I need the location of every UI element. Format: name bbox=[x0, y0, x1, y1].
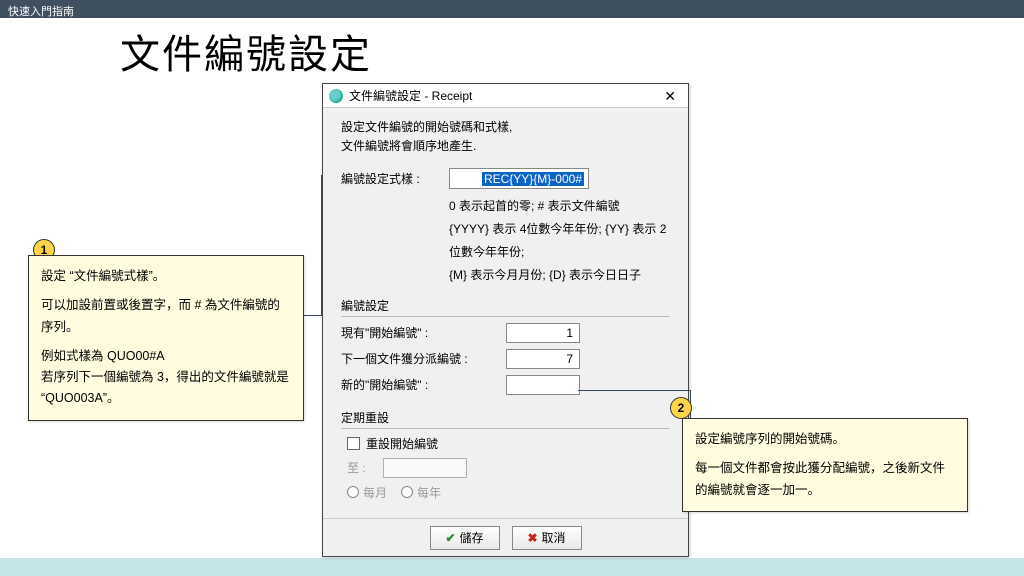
hint-line: {M} 表示今月月份; {D} 表示今日日子 bbox=[449, 264, 670, 287]
app-icon bbox=[329, 89, 343, 103]
divider bbox=[341, 428, 670, 429]
next-assign-value: 7 bbox=[506, 349, 580, 369]
desc-line: 設定文件編號的開始號碼和式樣, bbox=[341, 118, 670, 137]
pattern-label: 編號設定式樣 : bbox=[341, 170, 449, 187]
dialog-title: 文件編號設定 - Receipt bbox=[349, 87, 472, 104]
callout-badge-2: 2 bbox=[670, 397, 692, 419]
period-yearly-label: 每年 bbox=[417, 484, 441, 501]
cross-icon: ✖ bbox=[527, 531, 537, 545]
pattern-hints: 0 表示起首的零; # 表示文件編號 {YYYY} 表示 4位數今年年份; {Y… bbox=[449, 195, 670, 286]
reset-checkbox[interactable] bbox=[347, 437, 360, 450]
cancel-button[interactable]: ✖ 取消 bbox=[512, 526, 582, 550]
pattern-input[interactable]: REC{YY}{M}-000# bbox=[449, 168, 589, 189]
hint-line: 0 表示起首的零; # 表示文件編號 bbox=[449, 195, 670, 218]
guide-label: 快速入門指南 bbox=[8, 6, 74, 18]
callout-line: 例如式樣為 QUO00#A bbox=[41, 346, 291, 367]
callout-line: 可以加設前置或後置字，而 # 為文件編號的序列。 bbox=[41, 295, 291, 338]
save-label: 儲存 bbox=[460, 529, 484, 546]
leader-line bbox=[578, 390, 690, 391]
next-assign-label: 下一個文件獲分派編號 : bbox=[341, 350, 469, 367]
group-reset-label: 定期重設 bbox=[341, 405, 670, 426]
dialog-window: 文件編號設定 - Receipt ✕ 設定文件編號的開始號碼和式樣, 文件編號將… bbox=[322, 83, 689, 557]
dialog-button-bar: ✔ 儲存 ✖ 取消 bbox=[323, 518, 688, 556]
period-monthly-label: 每月 bbox=[363, 484, 387, 501]
top-guide-bar: 快速入門指南 bbox=[0, 0, 1024, 18]
callout-line: 設定 “文件編號式樣”。 bbox=[41, 266, 291, 287]
callout-2: 設定編號序列的開始號碼。 每一個文件都會按此獲分配編號，之後新文件的編號就會逐一… bbox=[682, 418, 968, 512]
period-monthly-radio bbox=[347, 486, 359, 498]
callout-1: 設定 “文件編號式樣”。 可以加設前置或後置字，而 # 為文件編號的序列。 例如… bbox=[28, 255, 304, 421]
desc-line: 文件編號將會順序地產生. bbox=[341, 137, 670, 156]
dialog-body: 設定文件編號的開始號碼和式樣, 文件編號將會順序地產生. 編號設定式樣 : RE… bbox=[323, 108, 688, 518]
leader-line bbox=[303, 315, 322, 316]
page-title: 文件編號設定 bbox=[120, 22, 372, 80]
current-start-value: 1 bbox=[506, 323, 580, 343]
group-numbering-label: 編號設定 bbox=[341, 293, 670, 314]
check-icon: ✔ bbox=[445, 531, 455, 545]
reset-to-input bbox=[383, 458, 467, 478]
period-yearly-radio bbox=[401, 486, 413, 498]
reset-to-label: 至 : bbox=[347, 459, 383, 476]
callout-line: 每一個文件都會按此獲分配編號，之後新文件的編號就會逐一加一。 bbox=[695, 458, 955, 501]
callout-line: 設定編號序列的開始號碼。 bbox=[695, 429, 955, 450]
pattern-value: REC{YY}{M}-000# bbox=[482, 172, 584, 186]
new-start-input[interactable] bbox=[506, 375, 580, 395]
reset-checkbox-label: 重設開始編號 bbox=[366, 435, 438, 452]
close-icon[interactable]: ✕ bbox=[658, 87, 682, 105]
new-start-label: 新的"開始編號" : bbox=[341, 376, 469, 393]
current-start-label: 現有"開始編號" : bbox=[341, 324, 469, 341]
divider bbox=[341, 316, 670, 317]
dialog-description: 設定文件編號的開始號碼和式樣, 文件編號將會順序地產生. bbox=[341, 118, 670, 156]
dialog-titlebar: 文件編號設定 - Receipt ✕ bbox=[323, 84, 688, 108]
bottom-bar bbox=[0, 558, 1024, 576]
cancel-label: 取消 bbox=[542, 529, 566, 546]
hint-line: {YYYY} 表示 4位數今年年份; {YY} 表示 2位數今年年份; bbox=[449, 218, 670, 264]
callout-line: 若序列下一個編號為 3，得出的文件編號就是 “QUO003A”。 bbox=[41, 367, 291, 410]
save-button[interactable]: ✔ 儲存 bbox=[430, 526, 500, 550]
